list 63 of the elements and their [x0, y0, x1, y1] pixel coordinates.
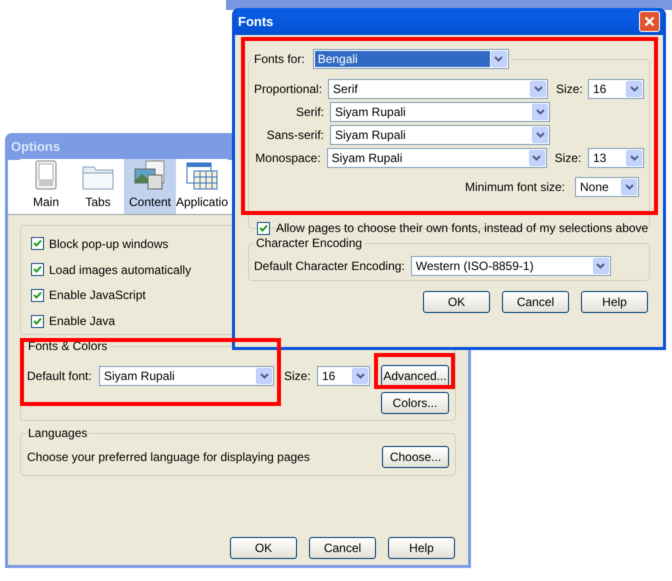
close-icon [644, 16, 655, 27]
field-label: Proportional: [254, 81, 322, 98]
field-label: Fonts for: [254, 51, 305, 68]
dialog-button[interactable]: Help [388, 537, 455, 559]
checkbox[interactable] [31, 314, 44, 328]
dropdown[interactable]: Siyam Rupali [99, 366, 274, 386]
checkbox-label: Enable Java [49, 313, 116, 330]
chevron-down-icon [494, 56, 504, 62]
group-legend: Character Encoding [254, 235, 364, 251]
field-label: Size: [284, 368, 312, 385]
checkbox[interactable] [31, 263, 44, 276]
dialog-button[interactable]: Cancel [502, 291, 569, 313]
field-label: Default Character Encoding: [254, 258, 405, 275]
dialog-button[interactable]: Cancel [309, 537, 376, 559]
checkbox-label: Allow pages to choose their own fonts, instead of my selections above [276, 220, 648, 237]
dialog-button[interactable]: Help [581, 291, 648, 313]
chevron-down-icon [536, 132, 544, 138]
switch-icon [35, 160, 57, 190]
dialog-button[interactable]: OK [423, 291, 490, 313]
window-title: Fonts [238, 12, 274, 31]
checkbox-label: Load images automatically [49, 262, 192, 279]
chevron-down-icon [536, 109, 544, 115]
chevron-down-icon [356, 373, 364, 379]
field-label: Sans-serif: [266, 127, 324, 144]
field-label: Size: [554, 150, 582, 167]
dropdown[interactable]: Western (ISO-8859-1) [410, 256, 611, 276]
field-label: Minimum font size: [464, 179, 565, 196]
chevron-down-icon [534, 86, 543, 92]
pictures-icon [134, 160, 166, 190]
dropdown[interactable]: Siyam Rupali [330, 125, 550, 145]
window-title: Options [11, 138, 60, 156]
chevron-down-icon [260, 373, 268, 379]
dialog-button[interactable]: Advanced... [381, 365, 449, 387]
chevron-down-icon [630, 86, 638, 92]
dropdown[interactable]: Serif [328, 79, 548, 99]
dropdown[interactable]: Bengali [312, 49, 509, 69]
field-label: Serif: [294, 104, 324, 121]
dropdown[interactable]: Siyam Rupali [326, 148, 547, 168]
checkbox-label: Block pop-up windows [49, 236, 168, 253]
checkbox[interactable] [31, 237, 44, 250]
field-label: Monospace: [254, 150, 321, 167]
field-label: Size: [556, 81, 584, 98]
dialog-button[interactable]: OK [230, 537, 297, 559]
dropdown[interactable]: 16 [317, 366, 370, 386]
dropdown[interactable]: Siyam Rupali [330, 102, 550, 122]
checkbox-label: Enable JavaScript [49, 287, 146, 304]
dialog-button[interactable]: Colors... [381, 392, 449, 414]
toolbar-tab[interactable]: Content [124, 159, 176, 214]
folder-icon [82, 164, 114, 190]
chevron-down-icon [596, 263, 606, 269]
chevron-down-icon [624, 184, 634, 190]
checkbox[interactable] [31, 288, 44, 302]
chevron-down-icon [532, 155, 542, 161]
checkbox[interactable] [257, 222, 270, 234]
close-button[interactable] [639, 11, 660, 32]
chevron-down-icon [630, 155, 638, 161]
field-label: Default font: [27, 368, 93, 385]
dialog-button[interactable]: Choose... [382, 446, 449, 468]
languages-text: Choose your preferred language for displaying pages [27, 448, 310, 466]
dropdown[interactable]: 16 [588, 79, 644, 99]
dropdown[interactable]: 13 [588, 148, 644, 168]
dropdown[interactable]: None [575, 177, 639, 197]
calendar-icon [186, 162, 218, 190]
